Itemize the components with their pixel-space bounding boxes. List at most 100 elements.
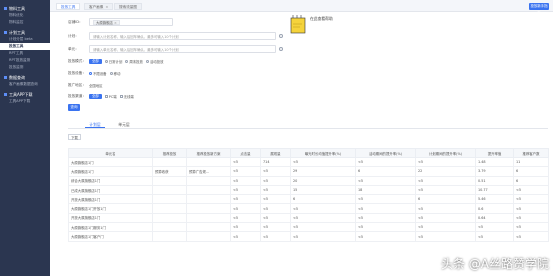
sidebar-item-rpt-monitor[interactable]: RPT投放监测	[0, 57, 50, 64]
table-cell: 大原旗舰店1门	[68, 156, 153, 168]
option-label: 周末投放	[129, 59, 143, 64]
device-option-any[interactable]: 不限设备	[89, 71, 107, 76]
column-header[interactable]: 推荐客户数	[513, 148, 549, 158]
table-cell: <5	[475, 231, 514, 242]
column-header[interactable]: 计划期间的提升率(%)	[415, 148, 476, 158]
column-header[interactable]: 推荐投放	[152, 148, 187, 158]
radio-icon	[125, 59, 129, 63]
tab-launch-tool[interactable]: 投放工具	[56, 3, 81, 10]
sidebar-item-customer-data[interactable]: 客户画像数据查询	[0, 81, 50, 88]
column-header[interactable]: 活动期间的提升率(%)	[355, 148, 416, 158]
table-cell: <5	[260, 203, 291, 214]
table-cell: 6	[513, 166, 549, 177]
table-cell: 大原旗舰店1门开放1门	[68, 203, 153, 214]
table-row[interactable]: 大原旗舰店1门客户门 <5 <5 <5 <5 <5 <5 <5	[68, 231, 549, 242]
radio-icon	[145, 59, 149, 63]
sidebar-item-plan-layer[interactable]: 计划分层 beta	[0, 36, 50, 43]
tab-label: 投放工具	[61, 5, 76, 9]
table-cell: 11	[513, 156, 549, 168]
table-cell: <5	[355, 231, 416, 242]
column-header[interactable]: 单元名	[68, 148, 153, 158]
sidebar-item-material-monitor[interactable]: 物料监控	[0, 19, 50, 26]
table-cell	[152, 212, 187, 224]
info-icon[interactable]	[279, 47, 283, 51]
table-cell: <5	[513, 184, 549, 196]
mode-all-button[interactable]: 全部	[89, 58, 102, 64]
sidebar-section-title: 物料工具	[9, 5, 25, 11]
table-row[interactable]: 开放大原旗舰店1门 <5 <5 <5 <5 <5 0.64 <5	[68, 212, 549, 224]
close-icon[interactable]: ×	[114, 21, 117, 25]
table-cell: <5	[415, 156, 476, 168]
table-cell: <5	[230, 166, 261, 177]
shop-label: 店铺ID：	[68, 19, 83, 24]
mode-option-event[interactable]: 活动投放	[145, 59, 163, 64]
column-header[interactable]: 曝光时长均值提升率(%)	[290, 148, 356, 158]
sidebar-section-app[interactable]: 工具APP下载	[0, 91, 50, 98]
tab-customer-profile[interactable]: 客户画像 ×	[84, 3, 114, 10]
sidebar-item-rpt-tool[interactable]: RPT工具	[0, 50, 50, 57]
table-cell: 开放大原旗舰店1门	[68, 212, 153, 224]
close-icon[interactable]: ×	[105, 5, 108, 9]
channel-all-button[interactable]: 全部	[89, 93, 102, 99]
table-cell: <5	[230, 222, 261, 233]
mode-option-daily[interactable]: 日常计划	[104, 59, 122, 64]
table-cell: <5	[513, 203, 549, 214]
sidebar-section-plan[interactable]: 计划工具	[0, 29, 50, 36]
sidebar-item-material-optimize[interactable]: 物料优化	[0, 12, 50, 19]
column-header[interactable]: 点击量	[230, 148, 261, 158]
area-row: 推广地区： 全国地区	[68, 81, 103, 89]
device-option-mobile[interactable]: 移动	[109, 71, 120, 76]
shop-select[interactable]: 大原旗舰店×	[89, 18, 173, 26]
tab-unit-level[interactable]: 单元层	[114, 121, 134, 128]
table-cell: <5	[230, 184, 261, 196]
table-cell: <5	[260, 222, 291, 233]
table-row[interactable]: 大原旗舰店1门服务1门 <5 <5 <5 <5 <5 <5 <5	[68, 222, 549, 233]
tab-search-traffic[interactable]: 搜索流量图	[114, 3, 142, 10]
results-table: 单元名 推荐投放 推荐投放新方案 点击量 展现量 曝光时长均值提升率(%) 活动…	[68, 148, 549, 242]
table-cell	[186, 194, 231, 205]
table-cell: 29	[290, 166, 356, 177]
table-cell: <5	[290, 222, 356, 233]
table-cell	[152, 175, 187, 186]
table-cell: 预算广告规...	[186, 166, 231, 177]
device-row: 投放设备： 不限设备 移动	[68, 69, 120, 77]
tab-plan-level[interactable]: 计划层	[85, 121, 105, 128]
tab-bar: 投放工具 客户画像 × 搜索流量图 投放新手指南	[50, 0, 553, 15]
table-row[interactable]: 大原旗舰店1门 预算收获 预算广告规... <5 <5 29 6 22 3.79 6	[68, 166, 549, 177]
query-button[interactable]: 查询	[68, 104, 80, 111]
sidebar-section-data[interactable]: 数据查询	[0, 74, 50, 81]
column-header[interactable]: 推荐投放新方案	[186, 148, 231, 158]
table-cell: <5	[415, 203, 476, 214]
sidebar-item-launch-monitor[interactable]: 投放监测	[0, 64, 50, 71]
table-cell: <5	[513, 231, 549, 242]
sidebar-section-material[interactable]: 物料工具	[0, 5, 50, 12]
area-value[interactable]: 全国地区	[89, 83, 103, 88]
table-row[interactable]: 大原旗舰店1门开放1门 <5 <5 <5 <5 <5 0.6 <5	[68, 203, 549, 214]
channel-option-pc[interactable]: PC端	[104, 94, 117, 99]
help-guide-button[interactable]: 投放新手指南	[529, 3, 549, 15]
table-cell: 6	[355, 166, 416, 177]
table-row[interactable]: 综合大原旗舰店1门 <5 <5 20 <5 <5 0.51 6	[68, 175, 549, 186]
info-icon[interactable]	[279, 34, 283, 38]
column-header[interactable]: 展现量	[260, 148, 291, 158]
channel-option-wireless[interactable]: 无线端	[119, 94, 134, 99]
table-cell: <5	[513, 212, 549, 224]
sidebar-item-app-download[interactable]: 工具APP下载	[0, 98, 50, 105]
table-row[interactable]: 开放大原旗舰店1门 <5 <5 6 <5 6 5.46 <5	[68, 194, 549, 205]
plan-input[interactable]: 请输入计划名称，输入后回车确认，最多可输入10个计划	[89, 32, 276, 40]
table-row[interactable]: 大原旗舰店1门 <5 714 <5 <5 <5 1.48 11	[68, 156, 549, 168]
table-cell	[186, 231, 231, 242]
table-cell	[152, 184, 187, 196]
table-cell: 10.77	[475, 184, 514, 196]
column-header[interactable]: 提升率值	[475, 148, 514, 158]
unit-input[interactable]: 请输入单元名称，输入后回车确认，最多可输入10个计划	[89, 45, 276, 53]
mode-option-weekend[interactable]: 周末投放	[125, 59, 143, 64]
table-cell: 22	[415, 166, 476, 177]
table-cell: <5	[260, 212, 291, 224]
table-row[interactable]: 已成大原旗舰店1门 <5 <5 15 18 <5 10.77 <5	[68, 184, 549, 196]
channel-row: 投放渠道： 全部 PC端 无线端	[68, 92, 134, 100]
table-cell: <5	[513, 222, 549, 233]
download-button[interactable]: 下载	[68, 134, 81, 140]
sidebar-item-launch-tool[interactable]: 投放工具	[0, 43, 50, 50]
table-cell: <5	[230, 203, 261, 214]
